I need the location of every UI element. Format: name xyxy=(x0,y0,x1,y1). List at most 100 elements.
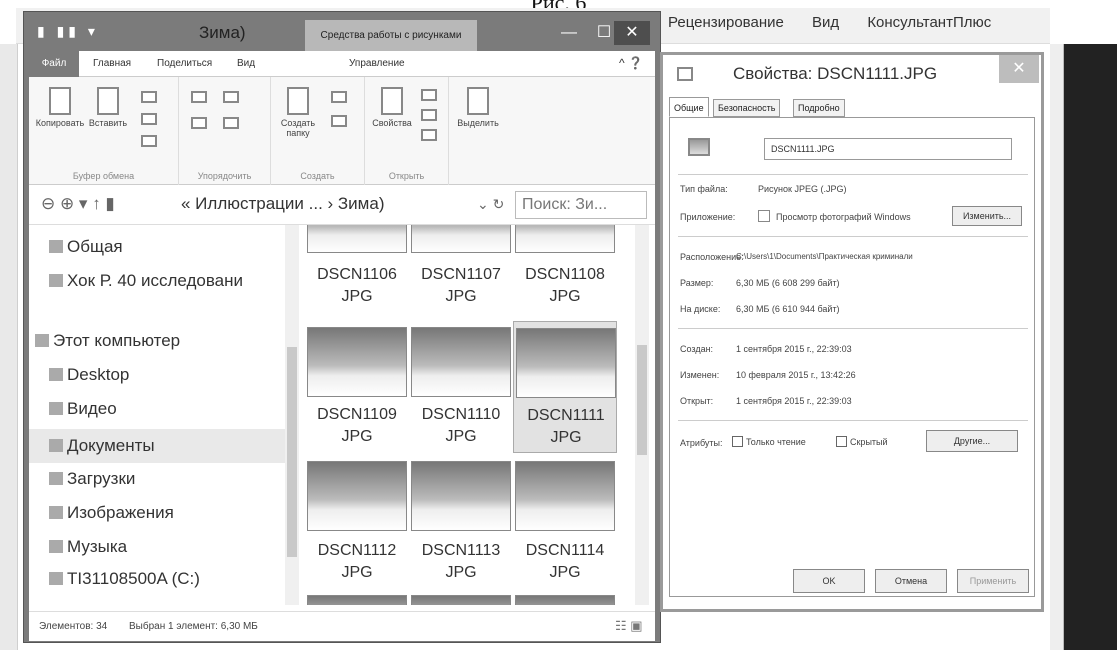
quick-access-toolbar[interactable]: ▮ ▮▮ ▾ xyxy=(37,23,99,40)
cancel-button[interactable]: Отмена xyxy=(875,569,947,593)
open-icon[interactable] xyxy=(421,89,437,101)
paste-shortcut-icon[interactable] xyxy=(141,135,157,147)
tab-details[interactable]: Подробно xyxy=(793,99,845,117)
tab-manage[interactable]: Управление xyxy=(349,58,405,69)
file-tile-dscn1109[interactable]: DSCN1109 JPG xyxy=(305,321,409,449)
file-tile-dscn1107[interactable]: DSCN1107 JPG xyxy=(409,225,513,309)
picture-tools-context-tab[interactable]: Средства работы с рисунками xyxy=(305,20,477,51)
file-tile-dscn1113[interactable]: DSCN1113 JPG xyxy=(409,457,513,585)
tab-general[interactable]: Общие xyxy=(669,97,709,117)
nav-item-desktop[interactable]: Desktop xyxy=(49,365,129,385)
close-icon[interactable]: ✕ xyxy=(999,55,1039,83)
file-tile-partial[interactable] xyxy=(305,595,409,605)
ribbon-collapse-icon[interactable]: ^ ❓ xyxy=(619,56,643,70)
copy-path-icon[interactable] xyxy=(141,113,157,125)
file-tile-dscn1110[interactable]: DSCN1110 JPG xyxy=(409,321,513,449)
cut-icon[interactable] xyxy=(141,91,157,103)
drive-icon xyxy=(49,572,63,585)
file-tile-dscn1108[interactable]: DSCN1108 JPG xyxy=(513,225,617,309)
word-tab-consultant[interactable]: КонсультантПлюс xyxy=(867,14,991,31)
image-file-icon xyxy=(677,67,693,81)
close-icon[interactable]: ✕ xyxy=(614,21,650,45)
apply-button[interactable]: Применить xyxy=(957,569,1029,593)
nav-item-documents[interactable]: Документы xyxy=(29,429,287,463)
word-tab-view[interactable]: Вид xyxy=(812,14,839,31)
tab-security[interactable]: Безопасность xyxy=(713,99,781,117)
move-to-icon[interactable] xyxy=(191,91,207,103)
search-input[interactable]: Поиск: Зи... xyxy=(515,191,647,219)
word-left-margin xyxy=(0,44,18,650)
refresh-icon[interactable]: ⌄ ↻ xyxy=(477,196,504,213)
delete-icon[interactable] xyxy=(223,91,239,103)
copy-icon xyxy=(49,87,71,115)
file-thumbnail xyxy=(515,461,615,531)
modified-value: 10 февраля 2015 г., 13:42:26 xyxy=(736,370,856,380)
organize-group: Упорядочить xyxy=(179,77,271,185)
nav-item-downloads[interactable]: Загрузки xyxy=(49,469,135,489)
navigation-pane: Общая Хок Р. 40 исследовани Этот компьют… xyxy=(29,225,287,605)
file-thumbnail xyxy=(307,327,407,397)
easy-access-icon[interactable] xyxy=(331,115,347,127)
readonly-checkbox[interactable]: Только чтение xyxy=(732,436,806,447)
copy-button[interactable]: Копировать xyxy=(35,87,85,128)
word-tab-review[interactable]: Рецензирование xyxy=(668,14,784,31)
tab-share[interactable]: Поделиться xyxy=(157,58,212,69)
address-path[interactable]: « Иллюстрации ... › Зима) xyxy=(181,194,384,214)
new-item-icon[interactable] xyxy=(331,91,347,103)
open-group: Свойства Открыть xyxy=(365,77,449,185)
file-tile-partial[interactable] xyxy=(409,595,513,605)
explorer-title: Зима) xyxy=(199,23,246,42)
history-icon[interactable] xyxy=(421,129,437,141)
nav-item-drive-c[interactable]: TI31108500A (C:) xyxy=(49,569,200,589)
nav-buttons[interactable]: ⊖ ⊕ ▾ ↑ ▮ xyxy=(41,194,115,214)
file-tile-dscn1111[interactable]: DSCN1111 JPG xyxy=(513,321,617,453)
photo-viewer-icon xyxy=(758,210,770,222)
select-button[interactable]: Выделить xyxy=(455,87,501,128)
edit-icon[interactable] xyxy=(421,109,437,121)
checkbox-icon xyxy=(836,436,847,447)
folder-icon xyxy=(49,274,63,287)
file-tile-dscn1112[interactable]: DSCN1112 JPG xyxy=(305,457,409,585)
minimize-icon[interactable]: — xyxy=(549,21,589,45)
ribbon-tabs: Файл Главная Поделиться Вид Управление ^… xyxy=(29,51,655,77)
tab-home[interactable]: Главная xyxy=(93,58,131,69)
copy-to-icon[interactable] xyxy=(191,117,207,129)
advanced-button[interactable]: Другие... xyxy=(926,430,1018,452)
new-folder-button[interactable]: Создать папку xyxy=(275,87,321,138)
file-tile-partial[interactable] xyxy=(513,595,617,605)
explorer-window: ▮ ▮▮ ▾ Зима) Средства работы с рисунками… xyxy=(24,12,660,642)
nav-item-shared[interactable]: Общая xyxy=(49,237,123,257)
paste-icon xyxy=(97,87,119,115)
ribbon: Копировать Вставить Буфер обмена Упорядо… xyxy=(29,77,655,185)
nav-scroll-thumb[interactable] xyxy=(287,347,297,557)
nav-item-video[interactable]: Видео xyxy=(49,399,117,419)
nav-item-music[interactable]: Музыка xyxy=(49,537,127,557)
new-folder-icon xyxy=(287,87,309,115)
properties-button[interactable]: Свойства xyxy=(369,87,415,128)
file-thumbnail xyxy=(411,327,511,397)
files-scroll-thumb[interactable] xyxy=(637,345,647,455)
tab-view[interactable]: Вид xyxy=(237,58,255,69)
view-toggle-icon[interactable]: ☷ ▣ xyxy=(615,618,643,634)
file-thumbnail xyxy=(307,461,407,531)
nav-item-images[interactable]: Изображения xyxy=(49,503,174,523)
tab-file[interactable]: Файл xyxy=(29,51,79,77)
file-tile-dscn1106[interactable]: DSCN1106 JPG xyxy=(305,225,409,309)
general-panel: DSCN1111.JPG Тип файла: Рисунок JPEG (.J… xyxy=(669,117,1035,597)
file-tile-dscn1114[interactable]: DSCN1114 JPG xyxy=(513,457,617,585)
nav-item-research[interactable]: Хок Р. 40 исследовани xyxy=(49,271,243,291)
filename-field[interactable]: DSCN1111.JPG xyxy=(764,138,1012,160)
nav-item-this-pc[interactable]: Этот компьютер xyxy=(35,331,180,351)
hidden-checkbox[interactable]: Скрытый xyxy=(836,436,888,447)
folder-icon xyxy=(49,402,63,415)
file-thumbnail xyxy=(307,595,407,605)
rename-icon[interactable] xyxy=(223,117,239,129)
size-value: 6,30 МБ (6 608 299 байт) xyxy=(736,278,840,288)
opened-value: 1 сентября 2015 г., 22:39:03 xyxy=(736,396,852,406)
change-app-button[interactable]: Изменить... xyxy=(952,206,1022,226)
paste-button[interactable]: Вставить xyxy=(87,87,129,128)
disk-size-value: 6,30 МБ (6 610 944 байт) xyxy=(736,304,840,314)
ok-button[interactable]: OK xyxy=(793,569,865,593)
properties-dialog: Свойства: DSCN1111.JPG ✕ Общие Безопасно… xyxy=(660,52,1044,612)
folder-icon xyxy=(49,506,63,519)
